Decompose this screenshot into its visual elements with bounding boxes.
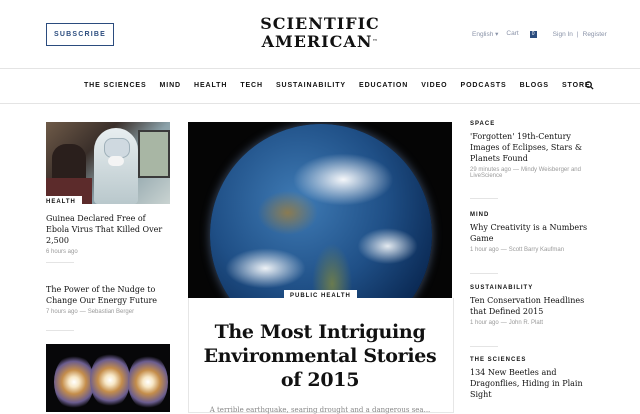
divider	[470, 346, 498, 347]
category-tag-health[interactable]: HEALTH	[40, 196, 82, 208]
story-headline-ebola[interactable]: Guinea Declared Free of Ebola Virus That…	[46, 213, 170, 246]
divider	[470, 198, 498, 199]
divider	[470, 273, 498, 274]
nav-list: THE SCIENCES MIND HEALTH TECH SUSTAINABI…	[84, 82, 603, 89]
cart-link[interactable]: Cart 0	[506, 30, 544, 38]
story-headline-conservation[interactable]: Ten Conservation Headlines that Defined …	[470, 295, 596, 317]
earth-globe-image	[210, 124, 432, 298]
kicker-space[interactable]: SPACE	[470, 121, 596, 127]
nav-item-health[interactable]: HEALTH	[194, 82, 227, 89]
story-meta-nudge: 7 hours ago — Sebastian Berger	[46, 309, 135, 315]
story-meta-conservation: 1 hour ago — John R. Platt	[470, 320, 544, 326]
hero-dek: A terrible earthquake, searing drought a…	[209, 406, 431, 414]
nav-item-podcasts[interactable]: PODCASTS	[461, 82, 507, 89]
story-eclipses: SPACE 'Forgotten' 19th-Century Images of…	[470, 121, 596, 179]
logo-line-1: SCIENTIFIC	[260, 14, 380, 33]
kicker-the-sciences[interactable]: THE SCIENCES	[470, 357, 596, 363]
story-headline-creativity[interactable]: Why Creativity is a Numbers Game	[470, 222, 596, 244]
hero-headline[interactable]: The Most Intriguing Environmental Storie…	[198, 320, 442, 392]
story-headline-eclipses[interactable]: 'Forgotten' 19th-Century Images of Eclip…	[470, 131, 596, 164]
kicker-sustainability[interactable]: SUSTAINABILITY	[470, 285, 596, 291]
cart-label: Cart	[506, 30, 519, 37]
nav-item-video[interactable]: VIDEO	[421, 82, 447, 89]
story-ebola: Guinea Declared Free of Ebola Virus That…	[46, 213, 170, 255]
story-meta-creativity: 1 hour ago — Scott Barry Kaufman	[470, 247, 565, 253]
subscribe-button[interactable]: SUBSCRIBE	[46, 23, 114, 46]
galaxy-photo[interactable]	[46, 344, 170, 412]
nav-item-blogs[interactable]: BLOGS	[520, 82, 549, 89]
nav-item-sustainability[interactable]: SUSTAINABILITY	[276, 82, 346, 89]
nav-item-tech[interactable]: TECH	[240, 82, 263, 89]
logo-line-2: AMERICAN	[261, 32, 373, 51]
story-meta-eclipses: 29 minutes ago — Mindy Weisberger and Live…	[470, 167, 581, 179]
register-link[interactable]: Register	[583, 31, 607, 38]
story-beetles: THE SCIENCES 134 New Beetles and Dragonf…	[470, 357, 596, 400]
ebola-photo-wrap[interactable]	[46, 122, 170, 204]
author-link[interactable]: Sebastian Berger	[88, 309, 134, 315]
story-creativity: MIND Why Creativity is a Numbers Game 1 …	[470, 212, 596, 253]
logo-trademark: ™	[372, 39, 379, 45]
story-time-ebola: 6 hours ago	[46, 249, 78, 255]
divider	[46, 262, 74, 263]
site-header: SUBSCRIBE SCIENTIFIC AMERICAN™ English ▾…	[0, 0, 640, 69]
hero-image[interactable]	[188, 122, 452, 298]
story-headline-beetles[interactable]: 134 New Beetles and Dragonflies, Hiding …	[470, 367, 596, 400]
ebola-photo[interactable]	[46, 122, 170, 204]
search-icon[interactable]	[585, 81, 594, 90]
author-link[interactable]: John R. Platt	[509, 320, 543, 326]
utility-separator: |	[576, 30, 579, 38]
story-headline-nudge[interactable]: The Power of the Nudge to Change Our Ene…	[46, 284, 170, 306]
divider	[46, 330, 74, 331]
story-nudge: The Power of the Nudge to Change Our Ene…	[46, 284, 170, 315]
nav-item-mind[interactable]: MIND	[160, 82, 182, 89]
site-logo[interactable]: SCIENTIFIC AMERICAN™	[253, 15, 387, 51]
sign-in-link[interactable]: Sign In	[553, 31, 573, 38]
main-nav: THE SCIENCES MIND HEALTH TECH SUSTAINABI…	[0, 69, 640, 104]
utility-links: English ▾ Cart 0 Sign In | Register	[472, 30, 615, 38]
cart-count-badge: 0	[529, 31, 537, 38]
nav-item-education[interactable]: EDUCATION	[359, 82, 408, 89]
author-link[interactable]: Scott Barry Kaufman	[509, 247, 564, 253]
story-conservation: SUSTAINABILITY Ten Conservation Headline…	[470, 285, 596, 326]
kicker-mind[interactable]: MIND	[470, 212, 596, 218]
nav-item-the-sciences[interactable]: THE SCIENCES	[84, 82, 147, 89]
language-selector[interactable]: English ▾	[472, 30, 498, 38]
